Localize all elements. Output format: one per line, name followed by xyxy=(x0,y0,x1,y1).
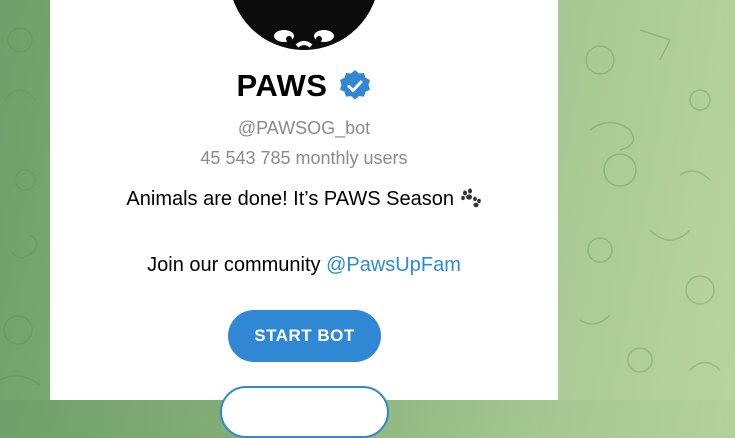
profile-title-row: PAWS xyxy=(50,68,558,104)
monthly-users-count: 45 543 785 monthly users xyxy=(200,148,408,168)
paw-prints-icon xyxy=(460,188,482,208)
verified-badge-icon xyxy=(338,69,372,103)
join-text: Join our community xyxy=(147,254,327,276)
start-bot-button[interactable]: START BOT xyxy=(228,310,381,362)
community-invite: Join our community @PawsUpFam xyxy=(50,254,558,277)
description-text: Animals are done! It’s PAWS Season xyxy=(126,188,454,210)
bot-name: PAWS xyxy=(236,68,328,103)
community-link[interactable]: @PawsUpFam xyxy=(326,254,461,276)
secondary-button[interactable] xyxy=(220,386,389,438)
bot-description: Animals are done! It’s PAWS Season xyxy=(50,188,558,211)
bot-username[interactable]: @PAWSOG_bot xyxy=(50,118,558,139)
